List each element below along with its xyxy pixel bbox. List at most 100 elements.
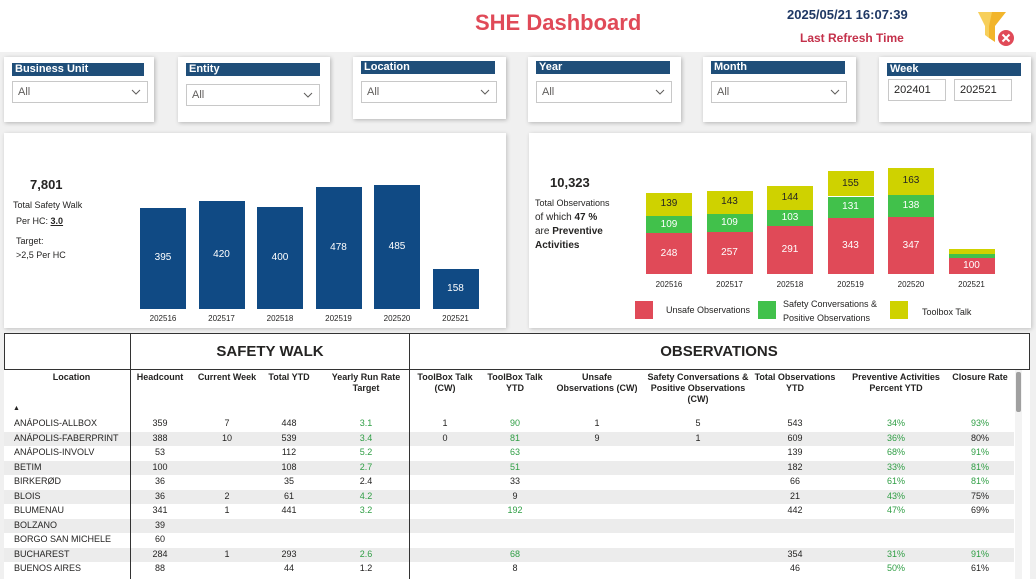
column-header[interactable]: ToolBox Talk YTD [482,372,548,394]
chevron-down-icon [131,89,141,95]
table-cell: 388 [152,432,168,443]
slicer-label: Entity [186,63,320,76]
bar-value-label: 400 [271,251,289,263]
refresh-datetime: 2025/05/21 16:07:39 [787,7,908,22]
slicer-year: Year All [528,57,681,122]
table-cell: 93% [970,418,989,428]
slicer-location: Location All [353,57,506,119]
sort-ascending-icon[interactable]: ▲ [13,405,20,412]
table-row[interactable]: BUENOS AIRES 88 44 1.2 8 46 50% 61% [4,562,1014,577]
table-cell: 139 [787,447,803,457]
table-cell: 36% [886,432,905,443]
table-cell: 3.2 [359,505,373,515]
x-axis-tick-label: 202518 [266,314,294,323]
table-cell: BOLZANO [14,519,58,530]
column-header[interactable]: Unsafe Observations (CW) [552,372,642,394]
location-group-header [4,333,131,370]
target-label: Target: [16,236,44,246]
observation-segment[interactable] [948,248,995,254]
table-row[interactable]: BOLZANO 39 [4,518,1014,533]
table-row[interactable]: ANÁPOLIS-ALLBOX 359 7 448 3.1 1 90 1 5 543 34% 93% [4,417,1014,432]
column-header[interactable]: Yearly Run Rate Target [322,372,410,394]
entity-dropdown[interactable]: All [186,84,320,106]
table-cell: 1.2 [359,563,373,573]
table-cell: 8 [512,563,518,573]
table-row[interactable]: BUCHAREST 284 1 293 2.6 68 354 31% 91% [4,547,1014,562]
column-header[interactable]: Safety Conversations & Positive Observat… [642,372,754,405]
table-cell: 359 [152,418,168,428]
table-cell: 90 [509,418,520,428]
table-cell: 61 [283,490,294,501]
table-cell: ANÁPOLIS-INVOLV [14,447,95,457]
refresh-label: Last Refresh Time [800,31,904,45]
week-from-input[interactable]: 202401 [888,79,946,101]
table-cell: 441 [281,505,297,515]
location-dropdown[interactable]: All [361,81,497,103]
column-header[interactable]: Total Observations YTD [752,372,838,394]
table-cell: 609 [787,432,803,443]
x-axis-tick-label: 202517 [716,280,743,289]
column-header[interactable]: Preventive Activities Percent YTD [844,372,948,394]
slicer-label: Location [361,61,495,74]
table-row[interactable]: BORGO SAN MICHELE 60 [4,533,1014,548]
table-cell: 31% [886,548,905,559]
table-cell: 10 [221,432,232,443]
table-cell: 88 [154,563,165,573]
table-cell: 1 [224,548,230,559]
segment-value-label: 109 [721,217,738,229]
table-row[interactable]: BLUMENAU 341 1 441 3.2 192 442 47% 69% [4,504,1014,519]
table-cell: 182 [787,461,803,472]
x-axis-tick-label: 202519 [837,280,864,289]
column-header[interactable]: ToolBox Talk (CW) [410,372,480,394]
legend-unsafe: Unsafe Observations [666,305,751,315]
table-row[interactable]: BLOIS 36 2 61 4.2 9 21 43% 75% [4,489,1014,504]
observation-segment[interactable] [948,253,995,258]
table-cell: BLUMENAU [14,505,65,515]
preventive-row: are Preventive [535,226,603,237]
segment-value-label: 155 [842,177,859,189]
table-cell: BLOIS [14,490,41,501]
clear-filter-icon[interactable] [976,10,1018,50]
legend-swatch-unsafe [635,301,653,319]
table-cell: 1 [594,418,600,428]
month-dropdown[interactable]: All [711,81,847,103]
per-hc-value: 3.0 [50,216,64,226]
table-cell: 1 [442,418,448,428]
column-separator [409,370,410,579]
x-axis-tick-label: 202516 [655,280,683,289]
scrollbar-thumb[interactable] [1016,372,1021,412]
table-cell: 43% [886,490,905,501]
of-which-text: of which [535,212,572,223]
x-axis-tick-label: 202521 [958,280,985,289]
column-header[interactable]: Total YTD [260,372,318,383]
dropdown-value: All [542,86,555,98]
x-axis-tick-label: 202517 [208,314,235,323]
table-cell: 2.4 [359,476,373,486]
table-cell: 108 [281,461,297,472]
chevron-down-icon [303,92,313,98]
table-cell: 46 [789,563,800,573]
business-unit-dropdown[interactable]: All [12,81,148,103]
table-cell: 36 [154,490,165,501]
column-header[interactable]: Closure Rate [948,372,1012,383]
segment-value-label: 163 [902,175,920,187]
table-row[interactable]: ANÁPOLIS-INVOLV 53 112 5.2 63 139 68% 91% [4,446,1014,461]
table-row[interactable]: ANÁPOLIS-FABERPRINT 388 10 539 3.4 0 81 9 1 609 36… [4,431,1014,446]
column-header[interactable]: Current Week [190,372,264,383]
observations-group-header: OBSERVATIONS [409,333,1030,370]
slicer-entity: Entity All [178,57,330,122]
week-to-input[interactable]: 202521 [954,79,1012,101]
table-row[interactable]: BIRKERØD 36 35 2.4 33 66 61% 81% [4,475,1014,490]
table-cell: BIRKERØD [14,476,62,486]
table-row[interactable]: BETIM 100 108 2.7 51 182 33% 81% [4,460,1014,475]
table-cell: 192 [507,505,523,515]
x-axis-tick-label: 202519 [325,314,352,323]
table-cell: 9 [512,490,518,501]
legend-swatch-toolbox [890,301,908,319]
preventive-percent-row: of which 47 % [535,212,597,223]
year-dropdown[interactable]: All [536,81,672,103]
table-cell: 66 [789,476,800,486]
column-header[interactable]: Location [4,372,139,383]
column-header[interactable]: Headcount [130,372,190,383]
segment-value-label: 347 [902,239,920,251]
